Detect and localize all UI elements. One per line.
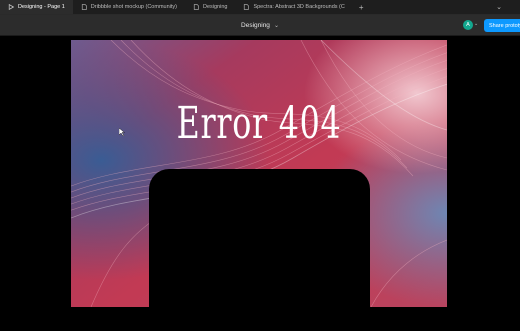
tab-designing[interactable]: Designing: [185, 0, 235, 14]
tab-label: Spectra: Abstract 3D Backgrounds (C: [253, 4, 345, 10]
tab-label: Designing - Page 1: [18, 4, 65, 10]
tab-designing-page-1[interactable]: Designing - Page 1: [0, 0, 73, 14]
tab-dribbble-shot-mockup[interactable]: Dribbble shot mockup (Community): [73, 0, 185, 14]
mouse-cursor-icon: [119, 128, 125, 136]
share-prototype-button[interactable]: Share prototype: [484, 19, 520, 32]
file-title-menu[interactable]: Designing ⌄: [0, 15, 520, 36]
file-icon: [193, 4, 199, 10]
tab-label: Designing: [202, 4, 228, 10]
tab-label: Dribbble shot mockup (Community): [90, 4, 177, 10]
file-title: Designing: [241, 22, 270, 29]
file-icon: [81, 4, 87, 10]
file-icon: [244, 4, 250, 10]
play-icon: [8, 4, 14, 10]
add-tab-button[interactable]: +: [353, 0, 370, 14]
arch-shape: [149, 169, 370, 307]
chevron-down-icon: ⌄: [273, 23, 279, 29]
chevron-down-icon[interactable]: ⌄: [474, 21, 478, 27]
avatar[interactable]: A: [463, 20, 473, 30]
chevron-down-icon[interactable]: ⌄: [490, 0, 520, 14]
canvas[interactable]: Error 404: [0, 36, 520, 331]
error-404-heading: Error 404: [176, 98, 342, 149]
tab-spectra-backgrounds[interactable]: Spectra: Abstract 3D Backgrounds (C: [235, 0, 352, 14]
tab-bar-spacer: [370, 0, 491, 14]
tab-bar: Designing - Page 1 Dribbble shot mockup …: [0, 0, 520, 15]
toolbar: Designing ⌄ A ⌄ Share prototype: [0, 15, 520, 36]
design-frame[interactable]: Error 404: [71, 40, 447, 307]
